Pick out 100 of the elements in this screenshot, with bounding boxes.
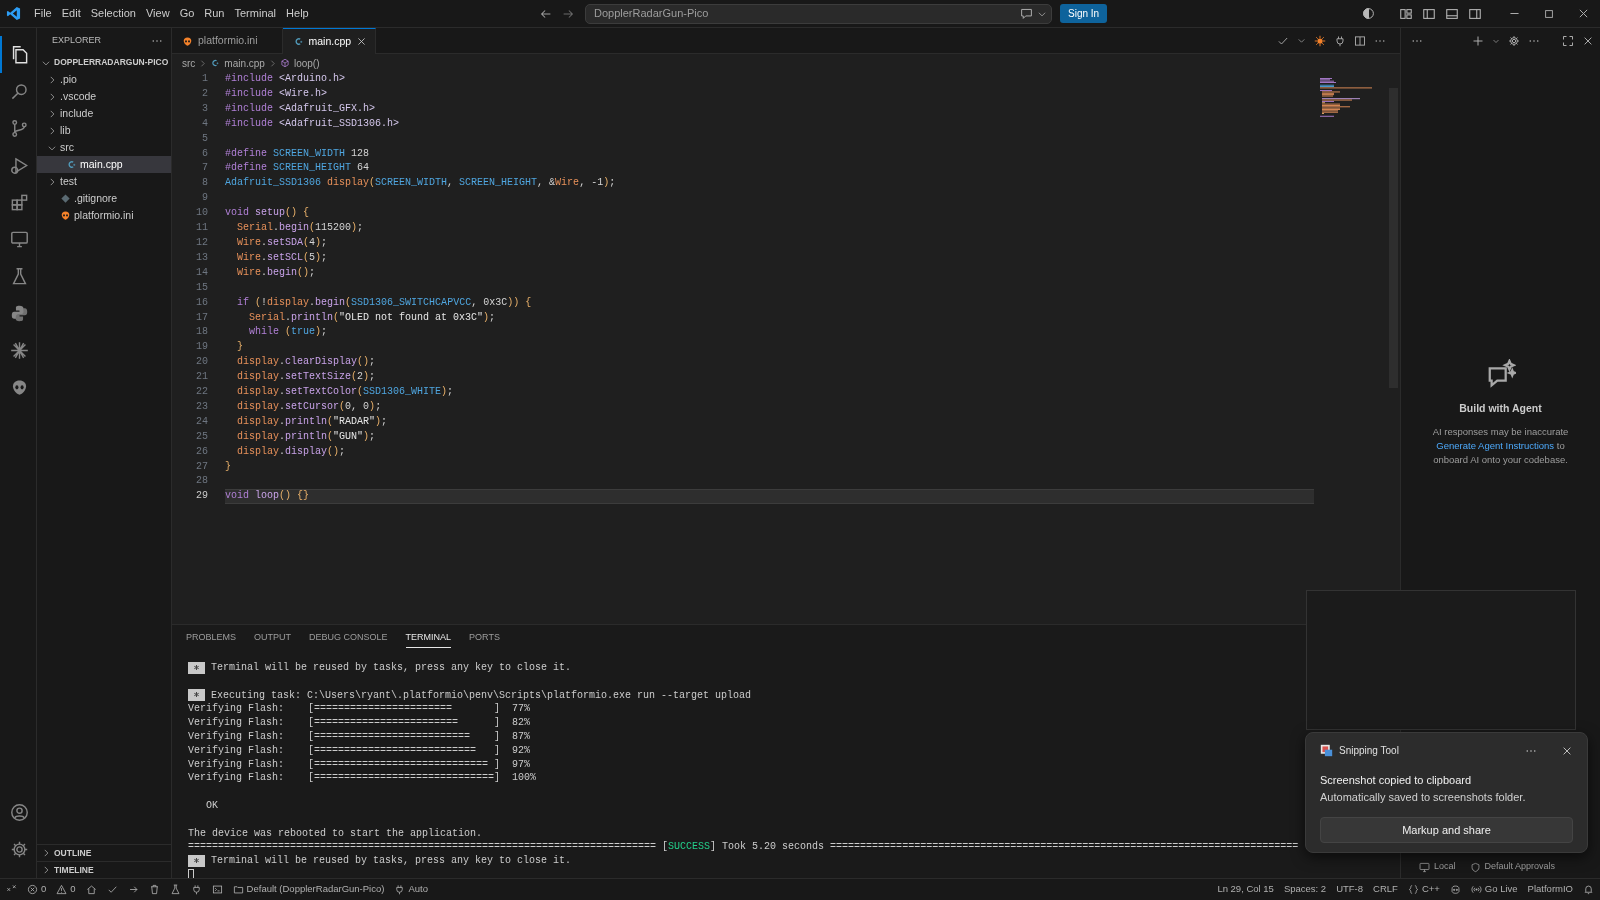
editor-tab[interactable]: platformio.ini xyxy=(172,28,283,53)
status-item[interactable]: C++ xyxy=(1407,882,1440,897)
tree-item[interactable]: main.cpp xyxy=(37,156,171,173)
code-line: #include <Adafruit_GFX.h> xyxy=(225,101,377,116)
tree-item[interactable]: .vscode xyxy=(37,88,171,105)
plug-icon[interactable] xyxy=(190,884,202,895)
code-line: Wire.setSDA(4); xyxy=(236,235,329,250)
status-item[interactable]: 0 xyxy=(56,882,76,897)
status-item[interactable]: UTF-8 xyxy=(1336,882,1364,897)
panel-tab[interactable]: DEBUG CONSOLE xyxy=(309,627,388,649)
layout-grid-icon[interactable] xyxy=(1399,6,1413,21)
line-number: 21 xyxy=(195,370,208,385)
robot-face-icon[interactable] xyxy=(1449,884,1461,895)
bell-icon[interactable] xyxy=(1583,884,1594,895)
menu-item[interactable]: Go xyxy=(174,3,200,24)
line-number: 24 xyxy=(195,414,208,429)
home-icon[interactable] xyxy=(85,884,97,895)
settings-icon[interactable] xyxy=(1508,35,1520,47)
chat-bubble-icon[interactable] xyxy=(1020,7,1033,20)
chat-footer-item[interactable]: Local xyxy=(1419,860,1456,874)
breadcrumb-item[interactable]: main.cpp xyxy=(210,55,265,71)
breadcrumb-item[interactable]: src xyxy=(182,55,196,71)
terminal-line: Verifying Flash: [========================== ] 87% xyxy=(188,731,531,742)
split-editor-icon[interactable] xyxy=(1354,34,1366,47)
maximize-icon[interactable] xyxy=(1562,35,1574,47)
play-icon xyxy=(9,156,29,175)
tree-item[interactable]: test xyxy=(37,173,171,190)
tree-item[interactable]: src xyxy=(37,139,171,156)
chat-footer-item[interactable]: Default Approvals xyxy=(1469,860,1556,874)
close-icon[interactable] xyxy=(1577,7,1590,20)
tree-item[interactable]: .gitignore xyxy=(37,190,171,207)
tree-item[interactable]: DOPPLERRADARGUN-PICO xyxy=(37,54,171,71)
tree-item[interactable]: platformio.ini xyxy=(37,207,171,224)
line-number: 28 xyxy=(195,474,208,489)
close-icon[interactable] xyxy=(1582,35,1594,47)
search-field[interactable]: DopplerRadarGun-Pico xyxy=(585,3,1052,24)
status-item[interactable]: Go Live xyxy=(1470,882,1518,897)
monitor-icon xyxy=(1419,861,1430,873)
arrow-icon[interactable] xyxy=(127,884,139,895)
terminal-line: Verifying Flash: [============================= ] 97% xyxy=(188,758,531,770)
branch-icon xyxy=(9,119,29,138)
folder-icon xyxy=(232,884,244,895)
sidebar-toggle-icon[interactable] xyxy=(1422,6,1436,21)
sidebar-section[interactable]: OUTLINE xyxy=(37,844,171,861)
menu-item[interactable]: Help xyxy=(281,3,314,24)
menu-item[interactable]: Selection xyxy=(85,3,141,24)
terminal-line: Terminal will be reused by tasks, press any key to close it. xyxy=(211,661,572,675)
status-item[interactable]: Spaces: 2 xyxy=(1283,882,1327,897)
tree-item[interactable]: lib xyxy=(37,122,171,139)
menu-item[interactable]: View xyxy=(140,3,175,24)
menu-item[interactable]: Terminal xyxy=(229,3,282,24)
instructions-link[interactable]: Generate Agent Instructions xyxy=(1436,439,1555,451)
markup-button[interactable]: Markup and share xyxy=(1320,817,1573,843)
secondary-sidebar-toggle-icon[interactable] xyxy=(1468,6,1482,21)
close-icon[interactable] xyxy=(356,36,368,47)
menu-item[interactable]: Edit xyxy=(56,3,86,24)
half-circle-icon[interactable] xyxy=(1362,7,1375,20)
sign-in-button[interactable]: Sign In xyxy=(1060,4,1108,23)
terminal-line: Verifying Flash: [=========================== ] 92% xyxy=(188,744,531,756)
panel-tab[interactable]: TERMINAL xyxy=(405,627,452,649)
cube-icon xyxy=(279,58,290,68)
shield-icon xyxy=(1469,861,1481,873)
status-item[interactable]: CRLF xyxy=(1373,882,1398,897)
search-icon xyxy=(9,82,29,101)
menu-item[interactable]: Run xyxy=(199,3,230,24)
line-number: 11 xyxy=(195,221,208,236)
status-item[interactable]: Ln 29, Col 15 xyxy=(1217,882,1274,897)
panel-tab[interactable]: OUTPUT xyxy=(254,627,291,649)
editor-tab[interactable]: main.cpp xyxy=(282,28,377,54)
scissors-app-icon xyxy=(1320,744,1333,757)
flask-icon[interactable] xyxy=(169,884,181,895)
panel-tab[interactable]: PROBLEMS xyxy=(186,627,236,649)
status-item[interactable]: Default (DopplerRadarGun-Pico) xyxy=(232,882,385,897)
account-icon[interactable] xyxy=(9,803,29,822)
status-item[interactable]: Auto xyxy=(394,882,428,897)
caret-icon[interactable] xyxy=(1297,36,1306,45)
panel-toggle-icon[interactable] xyxy=(1445,6,1459,21)
check-icon[interactable] xyxy=(106,884,118,895)
settings-icon[interactable] xyxy=(9,840,29,859)
tree-item[interactable]: .pio xyxy=(37,71,171,88)
code-line: if (!display.begin(SSD1306_SWITCHCAPVCC, 0x3C)) { xyxy=(236,295,533,310)
trash-icon[interactable] xyxy=(148,884,160,895)
terminal-icon[interactable] xyxy=(211,884,223,895)
chevron-right-icon xyxy=(47,74,57,85)
menu-item[interactable]: File xyxy=(29,3,57,24)
code-line: display.clearDisplay(); xyxy=(236,355,377,370)
status-item[interactable]: 0 xyxy=(27,882,47,897)
line-number: 12 xyxy=(195,235,208,250)
line-number: 3 xyxy=(201,101,208,116)
breadcrumb-item[interactable]: loop() xyxy=(279,55,320,71)
plug-icon[interactable] xyxy=(1334,34,1346,47)
tree-item[interactable]: include xyxy=(37,105,171,122)
code-line: #define SCREEN_HEIGHT 64 xyxy=(225,161,371,176)
restore-icon[interactable] xyxy=(1543,7,1555,20)
status-item[interactable]: PlatformIO xyxy=(1527,882,1573,897)
chevron-right-icon xyxy=(198,58,208,68)
code-line: Adafruit_SSD1306 display(SCREEN_WIDTH, SCREEN_HEIGHT, &Wire, -1); xyxy=(225,176,617,191)
plus-icon[interactable] xyxy=(1472,35,1484,47)
panel-tab[interactable]: PORTS xyxy=(469,627,500,649)
app-logo-icon xyxy=(6,6,21,21)
